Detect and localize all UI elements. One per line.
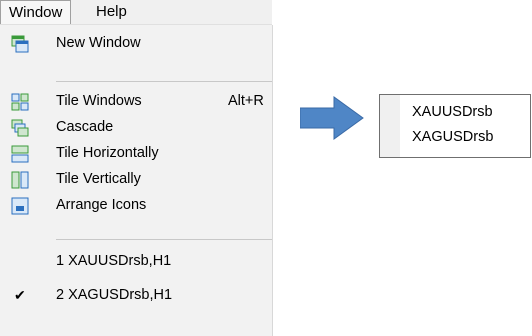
window-dropdown-menu: New Window Tile Windows Alt+R Cascade Ti… xyxy=(0,25,273,336)
cascade-icon xyxy=(11,119,29,137)
panel-gutter xyxy=(380,95,400,157)
menu-item-label: 1 XAUUSDrsb,H1 xyxy=(56,253,172,269)
menu-item-label: Tile Vertically xyxy=(56,171,141,187)
right-arrow-icon xyxy=(300,96,364,140)
menu-item-label: Tile Windows xyxy=(56,93,142,109)
panel-item-xagusdrsb[interactable]: XAGUSDrsb xyxy=(412,129,493,145)
menu-item-label: Tile Horizontally xyxy=(56,145,159,161)
menu-item-label: New Window xyxy=(56,35,141,51)
menu-item-label: Arrange Icons xyxy=(56,197,147,213)
menu-item-window-2[interactable]: ✔ 2 XAGUSDrsb,H1 xyxy=(0,281,272,311)
menu-item-label: 2 XAGUSDrsb,H1 xyxy=(56,287,173,303)
menu-bar: Window Help xyxy=(0,0,272,25)
panel-item-xauusdrsb[interactable]: XAUUSDrsb xyxy=(412,104,493,120)
checkmark-icon: ✔ xyxy=(14,287,26,303)
tile-vertically-icon xyxy=(11,171,29,189)
window-menu[interactable]: Window xyxy=(0,0,72,24)
arrange-icons-icon xyxy=(11,197,29,215)
menu-item-label: Cascade xyxy=(56,119,114,135)
menu-separator xyxy=(56,81,272,82)
menu-item-shortcut: Alt+R xyxy=(228,93,264,109)
menu-item-window-1[interactable]: 1 XAUUSDrsb,H1 xyxy=(0,247,272,277)
help-menu[interactable]: Help xyxy=(88,0,135,24)
menu-item-arrange-icons[interactable]: Arrange Icons xyxy=(0,191,272,221)
window-list-panel: XAUUSDrsb XAGUSDrsb xyxy=(379,94,531,158)
tile-windows-icon xyxy=(11,93,29,111)
menu-item-new-window[interactable]: New Window xyxy=(0,29,272,59)
menu-separator xyxy=(56,239,272,240)
tile-horizontally-icon xyxy=(11,145,29,163)
new-window-icon xyxy=(11,35,29,53)
